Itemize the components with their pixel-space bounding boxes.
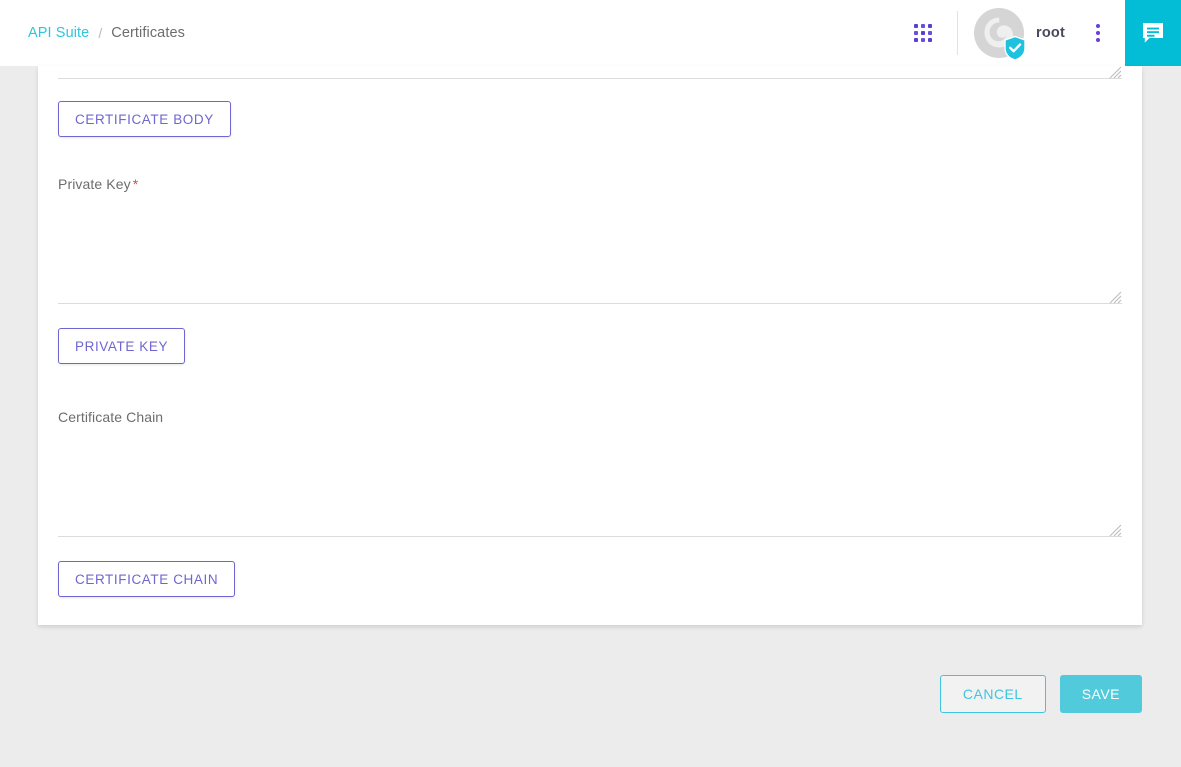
save-button[interactable]: SAVE: [1059, 675, 1142, 713]
more-options-icon[interactable]: [1085, 13, 1111, 53]
apps-grid-icon[interactable]: [905, 15, 941, 51]
certificate-chain-textarea-wrapper: [58, 440, 1122, 537]
kebab-dot: [1096, 31, 1100, 35]
private-key-textarea-wrapper: [58, 207, 1122, 304]
breadcrumb-separator: /: [98, 25, 103, 41]
certificate-chain-input[interactable]: [58, 440, 1122, 536]
top-bar-actions: root: [905, 0, 1181, 66]
certificate-body-textarea-wrapper: [58, 66, 1122, 79]
field-private-key: Private Key * PRIVATE KEY: [58, 176, 1122, 364]
breadcrumb-current-certificates: Certificates: [111, 25, 185, 41]
private-key-label-text: Private Key: [58, 176, 131, 192]
apps-grid-cell: [928, 38, 932, 42]
private-key-resize-handle[interactable]: [1108, 290, 1122, 304]
apps-grid-cell: [921, 31, 925, 35]
apps-grid-cell: [914, 31, 918, 35]
apps-grid-cell: [914, 38, 918, 42]
kebab-dot: [1096, 24, 1100, 28]
toolbar-divider: [957, 11, 958, 55]
certificate-chain-label: Certificate Chain: [58, 409, 1122, 425]
private-key-upload-button[interactable]: PRIVATE KEY: [58, 328, 186, 364]
kebab-dot: [1096, 38, 1100, 42]
breadcrumb-link-api-suite[interactable]: API Suite: [28, 25, 89, 41]
breadcrumb: API Suite / Certificates: [28, 25, 185, 41]
username-label: root: [1036, 25, 1065, 41]
apps-grid-cell: [914, 24, 918, 28]
field-certificate-chain: Certificate Chain CERTIFICATE CHAIN: [58, 409, 1122, 597]
private-key-required-marker: *: [132, 176, 139, 192]
certificate-body-input[interactable]: [58, 66, 1122, 78]
private-key-input[interactable]: [58, 207, 1122, 303]
field-certificate-body: CERTIFICATE BODY: [58, 66, 1122, 137]
apps-grid-cell: [928, 24, 932, 28]
chat-button[interactable]: [1125, 0, 1181, 66]
cancel-button[interactable]: CANCEL: [939, 675, 1046, 713]
top-navigation-bar: API Suite / Certificates root: [0, 0, 1181, 66]
certificate-body-upload-button[interactable]: CERTIFICATE BODY: [58, 101, 231, 137]
certificate-chain-label-text: Certificate Chain: [58, 409, 164, 425]
verified-shield-icon: [1004, 35, 1026, 61]
apps-grid-cell: [921, 24, 925, 28]
chat-bubble-icon: [1143, 23, 1163, 43]
apps-grid-cell: [928, 31, 932, 35]
form-action-bar: CANCEL SAVE: [939, 675, 1142, 713]
certificate-body-resize-handle[interactable]: [1108, 66, 1122, 79]
avatar[interactable]: [974, 8, 1026, 61]
private-key-label: Private Key *: [58, 176, 1122, 192]
certificate-chain-resize-handle[interactable]: [1108, 523, 1122, 537]
certificate-chain-upload-button[interactable]: CERTIFICATE CHAIN: [58, 561, 236, 597]
apps-grid-cell: [921, 38, 925, 42]
certificate-form-card: CERTIFICATE BODY Private Key * PRIVATE KE…: [38, 66, 1142, 625]
